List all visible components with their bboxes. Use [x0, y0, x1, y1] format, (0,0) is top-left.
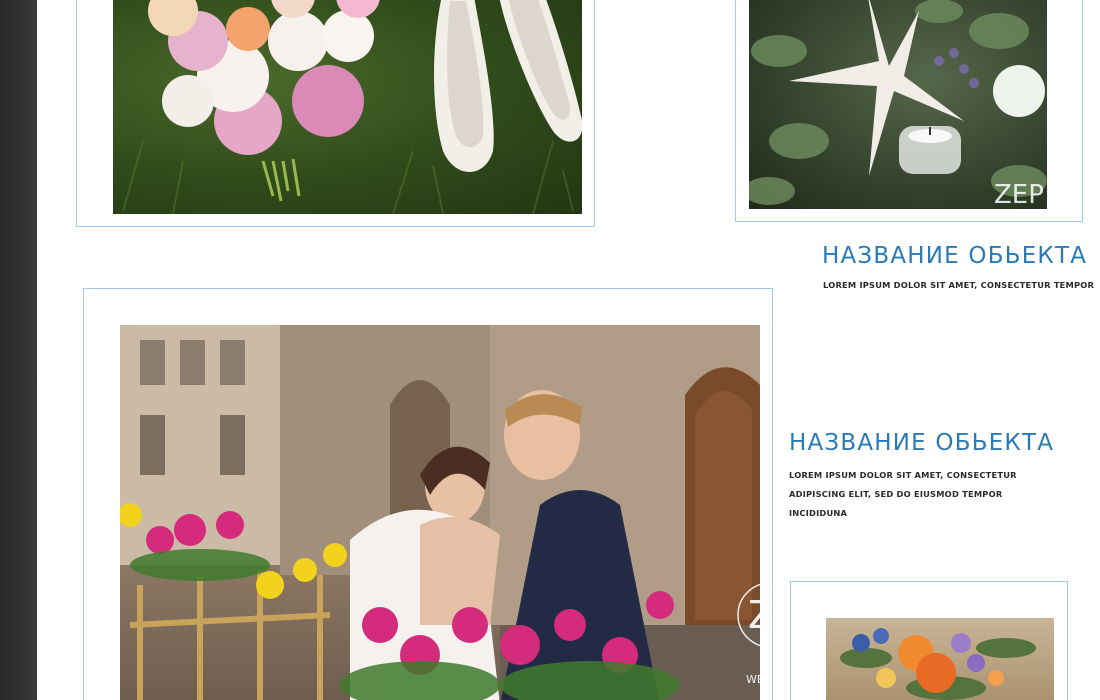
svg-text:ZEP: ZEP	[994, 180, 1044, 209]
photo-wedding-couple[interactable]: Z WE	[120, 325, 760, 700]
photo-bouquet-shoes-art	[122, 0, 582, 214]
photo-starfish-decor[interactable]: ZEP	[749, 0, 1047, 209]
gallery-card-small-bouquet[interactable]	[790, 581, 1068, 700]
svg-text:Z: Z	[748, 593, 760, 637]
photo-wedding-couple-art: Z WE	[120, 325, 760, 700]
project-title: НАЗВАНИЕ ОБЬЕКТА	[822, 243, 1088, 269]
photo-flower-bouquet[interactable]	[826, 618, 1054, 700]
project-description-line: LOREM IPSUM DOLOR SIT AMET, CONSECTETUR …	[823, 280, 1095, 290]
project-description: LOREM IPSUM DOLOR SIT AMET, CONSECTETUR …	[823, 276, 1094, 295]
project-description-line: ADIPISCING ELIT, SED DO EIUSMOD TEMPOR	[789, 489, 1003, 499]
project-title: НАЗВАНИЕ ОБЬЕКТА	[789, 430, 1055, 456]
svg-text:WE: WE	[746, 673, 760, 686]
project-description-line: LOREM IPSUM DOLOR SIT AMET, CONSECTETUR	[789, 470, 1017, 480]
photo-bouquet-shoes[interactable]	[113, 0, 582, 214]
gallery-card-couple[interactable]: Z WE	[83, 288, 773, 700]
side-strip	[0, 0, 37, 700]
photo-starfish-decor-art: ZEP	[749, 0, 1047, 209]
gallery-card-starfish[interactable]: ZEP	[735, 0, 1083, 222]
project-description: LOREM IPSUM DOLOR SIT AMET, CONSECTETUR …	[789, 466, 1017, 523]
gallery-card-bouquet-shoes[interactable]	[76, 0, 595, 227]
project-description-line: INCIDIDUNA	[789, 508, 848, 518]
photo-flower-bouquet-art	[840, 628, 1036, 700]
